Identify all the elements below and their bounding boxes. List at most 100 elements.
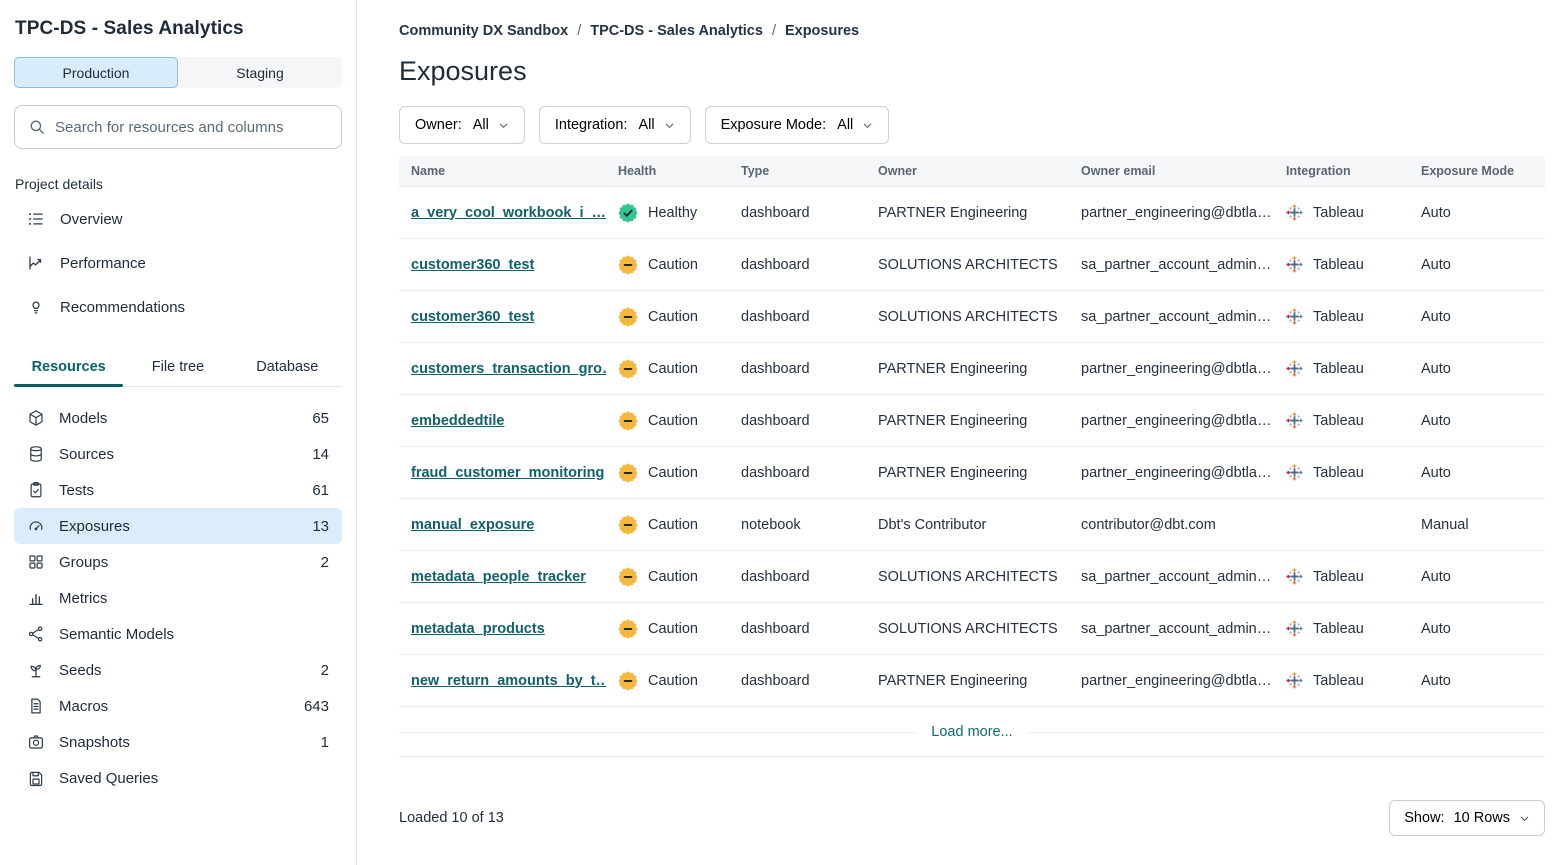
page-title: Exposures (399, 56, 1545, 87)
owner-filter-button[interactable]: Owner: All (399, 106, 525, 144)
breadcrumb-project[interactable]: TPC-DS - Sales Analytics (590, 23, 763, 39)
owner-cell: SOLUTIONS ARCHITECTS (866, 621, 1069, 637)
sidebar-item-label: Tests (59, 482, 94, 499)
owner-email-cell: sa_partner_account_admin… (1069, 309, 1274, 325)
caution-icon (618, 515, 638, 535)
exposure-name-link[interactable]: fraud_customer_monitoring (411, 465, 604, 481)
sidebar-item-semantic-models[interactable]: Semantic Models (14, 616, 342, 652)
breadcrumb-account[interactable]: Community DX Sandbox (399, 23, 568, 39)
sidebar-item-snapshots[interactable]: Snapshots 1 (14, 724, 342, 760)
sidebar-item-sources[interactable]: Sources 14 (14, 436, 342, 472)
exposure-name-link[interactable]: customers_transaction_gro… (411, 361, 606, 377)
sidebar-item-exposures[interactable]: Exposures 13 (14, 508, 342, 544)
exposure-name-link[interactable]: new_return_amounts_by_t… (411, 673, 606, 689)
sidebar-item-tests[interactable]: Tests 61 (14, 472, 342, 508)
sidebar-item-label: Seeds (59, 662, 102, 679)
sidebar-item-recommendations[interactable]: Recommendations (14, 285, 342, 329)
tab-file-tree[interactable]: File tree (123, 350, 232, 386)
type-cell: dashboard (729, 361, 866, 377)
table-row: embeddedtile (399, 395, 1545, 447)
save-icon (27, 769, 45, 787)
search-input[interactable] (55, 119, 328, 136)
table-footer: Loaded 10 of 13 Show: 10 Rows (399, 800, 1545, 836)
sidebar-item-seeds[interactable]: Seeds 2 (14, 652, 342, 688)
integration-cell: Tableau (1274, 308, 1409, 325)
sidebar-item-label: Metrics (59, 590, 107, 607)
breadcrumb-separator: / (577, 23, 581, 39)
owner-email-cell: sa_partner_account_admin… (1069, 621, 1274, 637)
column-header-name: Name (399, 164, 606, 178)
search-icon (28, 118, 46, 136)
caution-icon (618, 619, 638, 639)
filter-value: All (837, 117, 853, 133)
resource-count: 2 (321, 554, 329, 571)
resource-count: 13 (312, 518, 329, 535)
sidebar-item-label: Sources (59, 446, 114, 463)
sidebar-item-groups[interactable]: Groups 2 (14, 544, 342, 580)
health-label: Caution (648, 465, 698, 481)
integration-filter-button[interactable]: Integration: All (539, 106, 691, 144)
health-cell: Caution (606, 307, 729, 327)
owner-cell: PARTNER Engineering (866, 465, 1069, 481)
tab-staging[interactable]: Staging (178, 57, 342, 88)
filter-label: Integration: (555, 117, 628, 133)
sidebar-item-label: Groups (59, 554, 108, 571)
sidebar-item-saved-queries[interactable]: Saved Queries (14, 760, 342, 796)
exposure-name-link[interactable]: manual_exposure (411, 517, 534, 533)
exposure-name-link[interactable]: metadata_products (411, 621, 545, 637)
exposure-name-link[interactable]: embeddedtile (411, 413, 504, 429)
health-cell: Caution (606, 671, 729, 691)
exposure-name-link[interactable]: metadata_people_tracker (411, 569, 586, 585)
tab-database[interactable]: Database (233, 350, 342, 386)
tableau-icon (1286, 672, 1303, 689)
chevron-down-icon (498, 120, 509, 131)
loaded-count-text: Loaded 10 of 13 (399, 810, 504, 826)
health-cell: Healthy (606, 203, 729, 223)
sidebar-item-label: Semantic Models (59, 626, 174, 643)
show-rows-button[interactable]: Show: 10 Rows (1389, 800, 1545, 836)
sidebar-item-models[interactable]: Models 65 (14, 400, 342, 436)
sidebar-item-overview[interactable]: Overview (14, 197, 342, 241)
tab-resources[interactable]: Resources (14, 350, 123, 386)
resource-count: 61 (312, 482, 329, 499)
owner-cell: PARTNER Engineering (866, 361, 1069, 377)
resource-list: Models 65 Sources 14 Tests 61 Exposures … (14, 400, 342, 796)
table-header-row: Name Health Type Owner Owner email Integ… (399, 156, 1545, 187)
integration-label: Tableau (1313, 257, 1364, 273)
exposure-mode-cell: Auto (1409, 569, 1545, 585)
table-row: metadata_products (399, 603, 1545, 655)
exposure-name-link[interactable]: a_very_cool_workbook_i_… (411, 205, 606, 221)
integration-cell: Tableau (1274, 620, 1409, 637)
column-header-integration: Integration (1274, 164, 1409, 178)
exposure-name-link[interactable]: customer360_test (411, 309, 534, 325)
load-more-link[interactable]: Load more... (917, 724, 1026, 740)
owner-email-cell: contributor@dbt.com (1069, 517, 1274, 533)
type-cell: dashboard (729, 413, 866, 429)
breadcrumb: Community DX Sandbox / TPC-DS - Sales An… (399, 0, 1545, 39)
chart-line-icon (27, 254, 45, 272)
health-label: Caution (648, 569, 698, 585)
filter-label: Exposure Mode: (721, 117, 827, 133)
integration-cell: Tableau (1274, 672, 1409, 689)
sidebar-item-performance[interactable]: Performance (14, 241, 342, 285)
exposure-mode-cell: Auto (1409, 361, 1545, 377)
tableau-icon (1286, 464, 1303, 481)
owner-email-cell: partner_engineering@dbtla… (1069, 673, 1274, 689)
integration-cell: Tableau (1274, 204, 1409, 221)
exposure-mode-filter-button[interactable]: Exposure Mode: All (705, 106, 890, 144)
sidebar-item-macros[interactable]: Macros 643 (14, 688, 342, 724)
table-row: metadata_people_tracker (399, 551, 1545, 603)
health-cell: Caution (606, 255, 729, 275)
search-box[interactable] (14, 105, 342, 149)
integration-label: Tableau (1313, 621, 1364, 637)
caution-icon (618, 463, 638, 483)
camera-icon (27, 733, 45, 751)
exposure-mode-cell: Auto (1409, 621, 1545, 637)
sidebar-item-metrics[interactable]: Metrics (14, 580, 342, 616)
owner-email-cell: partner_engineering@dbtla… (1069, 361, 1274, 377)
lightbulb-icon (27, 298, 45, 316)
column-header-owner: Owner (866, 164, 1069, 178)
tab-production[interactable]: Production (14, 57, 178, 88)
owner-cell: SOLUTIONS ARCHITECTS (866, 569, 1069, 585)
exposure-name-link[interactable]: customer360_test (411, 257, 534, 273)
